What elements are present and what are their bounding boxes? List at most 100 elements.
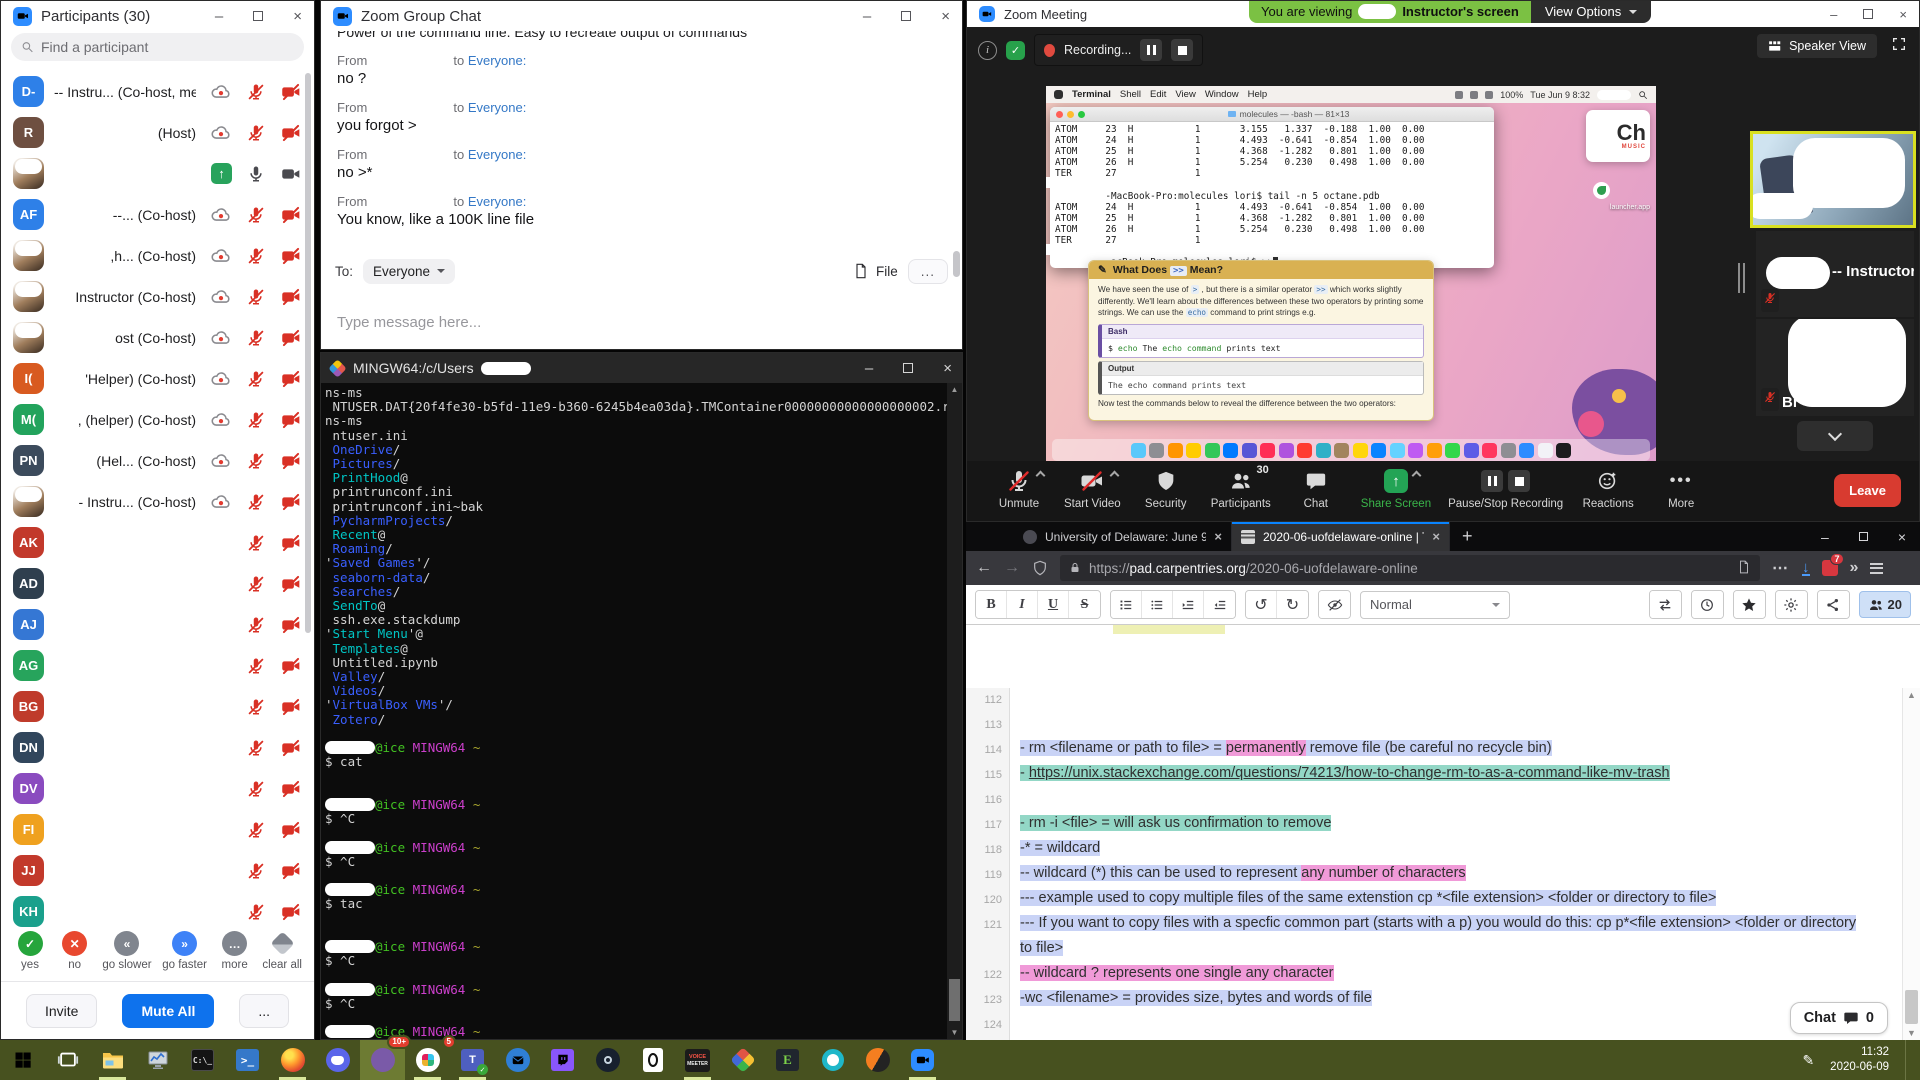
mac-zoom-button[interactable] [1078, 110, 1085, 118]
settings-button[interactable] [1775, 591, 1807, 618]
participant-row[interactable]: AF --... (Co-host) [1, 194, 314, 235]
feedback-more-button[interactable]: … more [218, 931, 252, 981]
url-bar[interactable]: https://pad.carpentries.org/2020-06-uofd… [1060, 555, 1760, 581]
undo-button[interactable]: ↺ [1246, 591, 1277, 618]
command-prompt-taskbar-icon[interactable]: C:\_ [180, 1040, 225, 1080]
pad-line[interactable]: 123 -wc <filename> = provides size, bytes… [966, 988, 1902, 1013]
scroll-down-icon[interactable]: ▼ [1907, 1028, 1916, 1038]
terminal-scrollbar[interactable]: ▲ ▼ [947, 383, 962, 1039]
tab-university-of-delaware[interactable]: University of Delaware: June 9- × [1014, 522, 1232, 551]
indent-button[interactable] [1173, 591, 1204, 618]
file-button[interactable]: File [853, 263, 898, 279]
feedback-go-faster-button[interactable]: » go faster [162, 931, 207, 981]
participant-row[interactable]: AD [1, 563, 314, 604]
chat-titlebar[interactable]: Zoom Group Chat – × [321, 1, 962, 31]
white-app-taskbar-icon[interactable] [630, 1040, 675, 1080]
dock-app-icon[interactable] [1556, 442, 1572, 458]
mac-menu-shell[interactable]: Shell [1120, 89, 1141, 100]
dock-app-icon[interactable] [1500, 442, 1516, 458]
dock-app-icon[interactable] [1130, 442, 1146, 458]
tab-close-button[interactable]: × [1432, 529, 1440, 544]
dock-app-icon[interactable] [1297, 442, 1313, 458]
participant-row[interactable]: PN (Hel... (Co-host) [1, 440, 314, 481]
maximize-button[interactable] [903, 363, 914, 373]
pause-recording-button[interactable] [1481, 470, 1504, 492]
collapse-thumbnails-button[interactable] [1797, 421, 1873, 451]
dock-app-icon[interactable] [1278, 442, 1294, 458]
pad-line[interactable]: 115 - https://unix.stackexchange.com/ques… [966, 763, 1902, 788]
minimize-button[interactable]: – [863, 8, 871, 25]
taskbar-clock[interactable]: 11:32 2020-06-09 [1830, 1045, 1889, 1075]
powershell-taskbar-icon[interactable]: >_ [225, 1040, 270, 1080]
pad-line[interactable]: 124 [966, 1013, 1902, 1038]
zoom-app-taskbar-icon[interactable] [900, 1040, 945, 1080]
close-button[interactable]: × [1899, 7, 1907, 22]
dock-app-icon[interactable] [1260, 442, 1276, 458]
steam-taskbar-icon[interactable] [585, 1040, 630, 1080]
tracking-shield-icon[interactable] [1032, 560, 1048, 576]
mac-menu-help[interactable]: Help [1248, 89, 1268, 100]
star-button[interactable] [1733, 591, 1765, 618]
chevron-up-icon[interactable] [1035, 470, 1046, 481]
share-screen-button[interactable]: ↑ Share Screen [1361, 468, 1431, 510]
ordered-list-button[interactable] [1111, 591, 1142, 618]
pad-line[interactable]: 119 -- wildcard (*) this can be used to r… [966, 863, 1902, 888]
video-thumbnail-instructor[interactable]: -- Instructor [1756, 231, 1914, 317]
pad-line[interactable]: 114 - rm <filename or path to file> = per… [966, 738, 1902, 763]
start-button-taskbar-icon[interactable] [0, 1040, 45, 1080]
chat-input[interactable] [337, 314, 946, 331]
mac-menu-terminal[interactable]: Terminal [1072, 89, 1111, 100]
participants-button[interactable]: 30 Participants [1211, 464, 1271, 510]
performance-monitor-taskbar-icon[interactable] [135, 1040, 180, 1080]
close-button[interactable]: × [943, 360, 952, 377]
close-button[interactable]: × [1898, 529, 1906, 545]
pad-chat-button[interactable]: Chat 0 [1789, 1002, 1888, 1034]
tab-close-button[interactable]: × [1214, 529, 1222, 544]
strikethrough-button[interactable]: S [1069, 591, 1100, 618]
extension-icon[interactable]: 7 [1821, 553, 1844, 576]
participant-row[interactable]: AG [1, 645, 314, 686]
orange-app-taskbar-icon[interactable] [855, 1040, 900, 1080]
scroll-thumb[interactable] [1905, 990, 1918, 1024]
participant-row[interactable]: Instructor (Co-host) [1, 276, 314, 317]
participant-row[interactable]: DN [1, 727, 314, 768]
scroll-up-icon[interactable]: ▲ [951, 385, 959, 394]
minimize-button[interactable]: – [1821, 529, 1829, 545]
outdent-button[interactable] [1204, 591, 1235, 618]
redo-button[interactable]: ↻ [1277, 591, 1308, 618]
video-thumbnail-second[interactable]: Br [1756, 319, 1914, 416]
dock-app-icon[interactable] [1334, 442, 1350, 458]
search-input[interactable] [40, 39, 294, 55]
participant-row[interactable]: BG [1, 686, 314, 727]
maximize-button[interactable] [901, 11, 912, 21]
participant-row[interactable]: KH [1, 891, 314, 932]
dock-app-icon[interactable] [1519, 442, 1535, 458]
mute-all-button[interactable]: Mute All [122, 993, 215, 1028]
italic-button[interactable]: I [1007, 591, 1038, 618]
mail-app-taskbar-icon[interactable] [495, 1040, 540, 1080]
chat-button[interactable]: Chat [1288, 468, 1344, 510]
pad-line[interactable]: 116 [966, 788, 1902, 813]
minimize-button[interactable]: – [865, 360, 873, 377]
pause-recording-button[interactable] [1140, 39, 1163, 61]
scroll-down-icon[interactable]: ▼ [951, 1028, 959, 1037]
participant-row[interactable]: DV [1, 768, 314, 809]
participants-more-button[interactable]: ... [239, 993, 290, 1028]
dock-app-icon[interactable] [1482, 442, 1498, 458]
forward-button[interactable]: → [1004, 559, 1020, 577]
terminal-titlebar[interactable]: MINGW64:/c/Users – × [321, 353, 962, 383]
menu-button[interactable] [1870, 562, 1884, 574]
participant-row[interactable]: D- -- Instru... (Co-host, me) [1, 71, 314, 112]
participant-row[interactable]: ↑ [1, 153, 314, 194]
back-button[interactable]: ← [976, 559, 992, 577]
participants-titlebar[interactable]: Participants (30) – × [1, 1, 314, 31]
terminal-output[interactable]: ns-ms NTUSER.DAT{20f4fe30-b5fd-11e9-b360… [325, 386, 947, 1039]
pad-line[interactable]: 117 - rm -i <file> = will ask us confirma… [966, 813, 1902, 838]
pen-icon[interactable]: ✎ [1802, 1052, 1814, 1069]
participant-row[interactable]: AK [1, 522, 314, 563]
share-button[interactable] [1817, 591, 1849, 618]
scroll-up-icon[interactable]: ▲ [1907, 690, 1916, 700]
pad-line[interactable]: to file> [966, 938, 1902, 963]
pause-stop-recording-button[interactable]: Pause/Stop Recording [1448, 468, 1563, 510]
dock-app-icon[interactable] [1352, 442, 1368, 458]
